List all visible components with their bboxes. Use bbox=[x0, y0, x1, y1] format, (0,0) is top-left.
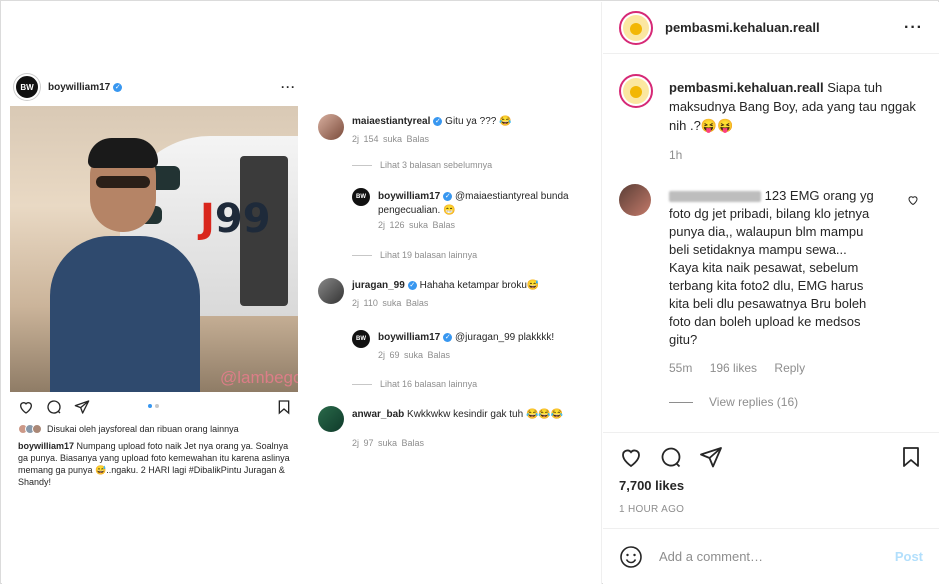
embedded-view-replies: Lihat 3 balasan sebelumnya bbox=[352, 160, 492, 170]
comment-icon[interactable] bbox=[659, 445, 683, 469]
share-icon bbox=[74, 400, 90, 414]
caption-username: boywilliam17 bbox=[18, 441, 75, 451]
commenter-avatar bbox=[318, 114, 344, 140]
caption-time: 1h bbox=[669, 148, 683, 162]
post-comment-button[interactable]: Post bbox=[895, 549, 923, 564]
add-comment-bar: Post bbox=[603, 528, 939, 584]
comment-text: 123 EMG orang yg foto dg jet pribadi, bi… bbox=[669, 188, 874, 347]
save-icon[interactable] bbox=[899, 445, 923, 469]
watermark: @lambegosiip bbox=[220, 368, 298, 387]
verified-icon: ✓ bbox=[113, 82, 123, 92]
blurred-username bbox=[669, 191, 761, 203]
embedded-post: BW boywilliam17 ✓ ··· J99 @lambegosiip bbox=[10, 68, 300, 528]
caption-avatar[interactable] bbox=[619, 74, 653, 108]
post-modal: BW boywilliam17 ✓ ··· J99 @lambegosiip bbox=[0, 0, 939, 584]
comment-body: 123 EMG orang yg foto dg jet pribadi, bi… bbox=[669, 187, 879, 349]
caption-username[interactable]: pembasmi.kehaluan.reall bbox=[669, 80, 824, 95]
commenter-avatar bbox=[318, 406, 344, 432]
liked-by: Disukai oleh jaysforeal dan ribuan orang… bbox=[10, 422, 300, 436]
commenter-avatar: BW bbox=[352, 330, 370, 348]
embedded-username: boywilliam17 bbox=[48, 81, 111, 93]
like-icon[interactable] bbox=[619, 445, 643, 469]
carousel-dots bbox=[148, 404, 159, 408]
post-media[interactable]: BW boywilliam17 ✓ ··· J99 @lambegosiip bbox=[2, 2, 602, 584]
emoji-icon[interactable] bbox=[619, 545, 643, 569]
comment-time: 55m bbox=[669, 361, 693, 375]
commenter-avatar bbox=[318, 278, 344, 304]
liked-by-text: Disukai oleh jaysforeal dan ribuan orang… bbox=[47, 424, 239, 434]
author-username[interactable]: pembasmi.kehaluan.reall bbox=[665, 20, 820, 35]
like-comment-icon[interactable] bbox=[907, 194, 919, 206]
commenter-avatar: BW bbox=[352, 188, 370, 206]
post-header: pembasmi.kehaluan.reall ··· bbox=[603, 2, 939, 54]
post-timestamp: 1 HOUR AGO bbox=[619, 504, 685, 515]
comment-icon bbox=[47, 400, 61, 414]
embedded-avatar: BW bbox=[14, 74, 40, 100]
embedded-actions bbox=[10, 392, 300, 422]
caption-body: pembasmi.kehaluan.reall Siapa tuh maksud… bbox=[669, 78, 919, 135]
embedded-view-replies: Lihat 19 balasan lainnya bbox=[352, 250, 477, 260]
author-avatar[interactable] bbox=[619, 10, 653, 45]
person-hair bbox=[88, 138, 158, 168]
more-options-icon[interactable]: ··· bbox=[904, 19, 923, 37]
likes-count[interactable]: 7,700 likes bbox=[619, 478, 684, 493]
comment-meta: 55m 196 likes Reply bbox=[669, 361, 819, 375]
embedded-post-header: BW boywilliam17 ✓ ··· bbox=[10, 68, 300, 106]
comment-likes[interactable]: 196 likes bbox=[710, 361, 757, 375]
embedded-view-replies: Lihat 16 balasan lainnya bbox=[352, 379, 477, 389]
person bbox=[50, 236, 200, 392]
embedded-caption: boywilliam17 Numpang upload foto naik Je… bbox=[10, 436, 300, 488]
heart-icon bbox=[19, 402, 33, 414]
embedded-photo: J99 @lambegosiip bbox=[10, 106, 298, 392]
reply-button[interactable]: Reply bbox=[774, 361, 805, 375]
sunglasses bbox=[96, 176, 150, 188]
share-icon[interactable] bbox=[699, 445, 723, 469]
commenter-avatar[interactable] bbox=[619, 184, 651, 216]
view-replies-button[interactable]: View replies (16) bbox=[669, 395, 798, 409]
bookmark-icon bbox=[278, 400, 290, 415]
comment-input[interactable] bbox=[659, 549, 887, 564]
plane-logo: J99 bbox=[200, 196, 271, 242]
post-side-panel: pembasmi.kehaluan.reall ··· pembasmi.keh… bbox=[603, 2, 939, 584]
more-icon: ··· bbox=[281, 80, 296, 94]
post-actions bbox=[603, 432, 939, 480]
